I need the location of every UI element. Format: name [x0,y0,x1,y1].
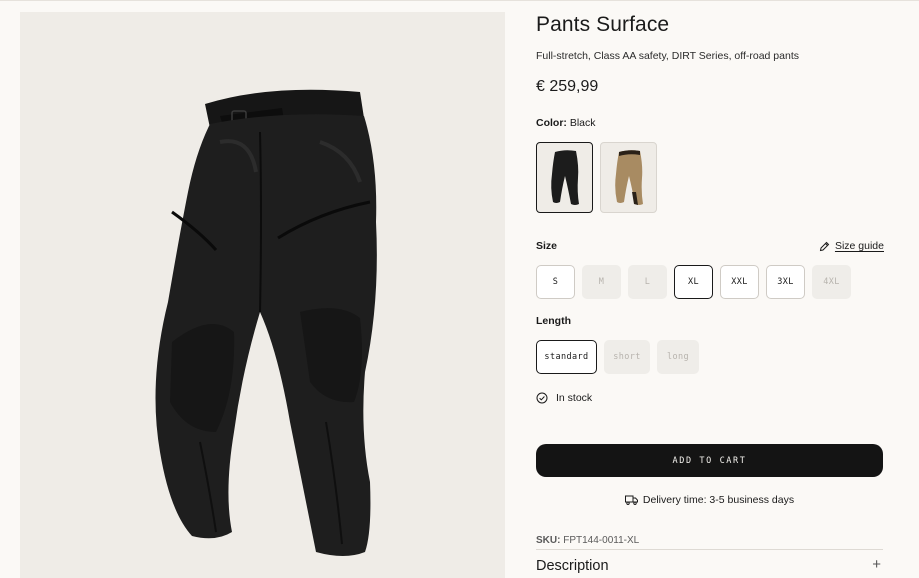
product-price: € 259,99 [536,78,599,95]
size-option-l[interactable]: L [628,265,667,299]
length-option-long[interactable]: long [657,340,699,374]
color-label: Color: [536,117,567,129]
product-image[interactable] [20,12,505,578]
size-option-m[interactable]: M [582,265,621,299]
size-option-4xl[interactable]: 4XL [812,265,851,299]
size-guide-link[interactable]: Size guide [819,240,884,252]
description-accordion[interactable]: Description + [536,557,883,578]
size-option-3xl[interactable]: 3XL [766,265,805,299]
sku-label: SKU: [536,535,561,546]
color-value: Black [569,117,596,129]
length-label: Length [536,315,571,327]
description-divider [536,549,883,550]
size-options: S M L XL XXL 3XL 4XL [536,265,851,299]
sku-line: SKU: FPT144-0011-XL [536,535,639,546]
pants-black-thumbnail [550,149,579,205]
stock-text: In stock [556,392,593,404]
top-divider [0,0,919,1]
color-selection-label: Color: Black [536,117,596,129]
size-option-s[interactable]: S [536,265,575,299]
add-to-cart-button[interactable]: ADD TO CART [536,444,883,477]
length-option-standard[interactable]: standard [536,340,597,374]
truck-icon [624,495,638,505]
size-option-xl[interactable]: XL [674,265,713,299]
size-guide-label: Size guide [834,240,884,252]
stock-status: In stock [536,392,592,404]
product-title: Pants Surface [536,13,670,36]
pants-black-illustration [155,89,377,556]
plus-icon[interactable]: + [872,557,881,572]
color-swatches [536,142,657,213]
delivery-text: Delivery time: 3-5 business days [642,494,795,506]
check-circle-icon [536,392,548,404]
delivery-info: Delivery time: 3-5 business days [536,494,883,506]
length-options: standard short long [536,340,699,374]
description-title: Description [536,558,609,574]
pants-sand-thumbnail [614,149,643,205]
product-subtitle: Full-stretch, Class AA safety, DIRT Seri… [536,50,799,62]
length-option-short[interactable]: short [604,340,650,374]
pencil-ruler-icon [819,241,830,251]
swatch-black[interactable] [536,142,593,213]
size-header: Size Size guide [536,240,884,252]
swatch-sand[interactable] [600,142,657,213]
size-label: Size [536,240,558,252]
size-option-xxl[interactable]: XXL [720,265,759,299]
sku-value: FPT144-0011-XL [563,535,640,546]
